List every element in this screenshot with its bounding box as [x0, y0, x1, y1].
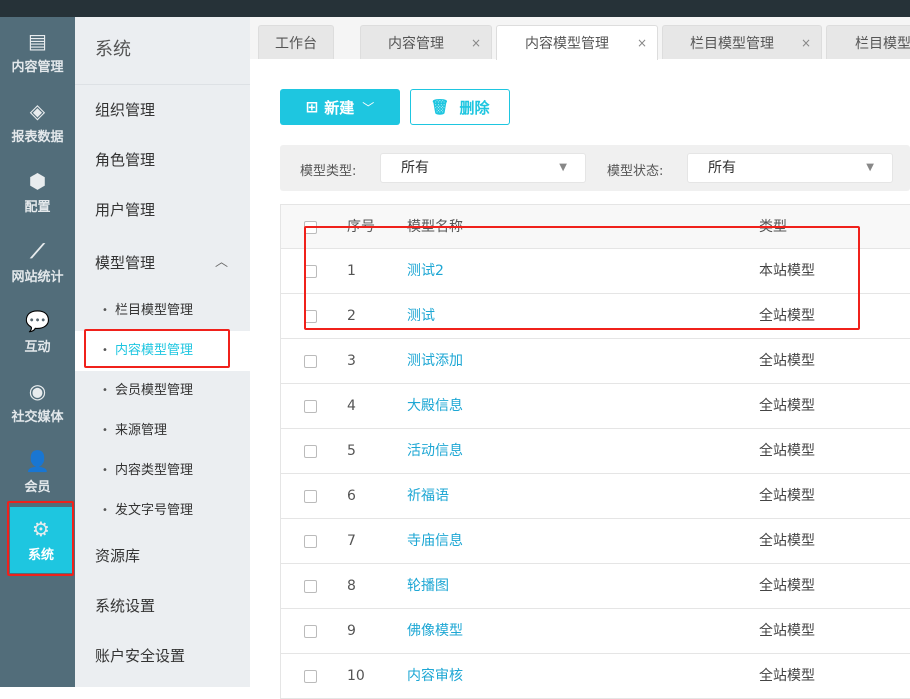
model-name-link[interactable]: 大殿信息 [407, 384, 463, 428]
main-nav: ▤ 内容管理 ◈ 报表数据 ⬢ 配置 ⟋ 网站统计 💬 互动 ◉ 社交媒体 👤 会员 ⚙ 系统 [0, 17, 75, 687]
model-name-link[interactable]: 内容审核 [407, 654, 463, 698]
sidebar-group-model[interactable]: 模型管理 ︿ [75, 235, 250, 291]
sidebar-sub-content-type[interactable]: 内容类型管理 [75, 451, 250, 491]
chevron-down-icon: ﹀ [362, 100, 375, 115]
model-name-link[interactable]: 祈福语 [407, 474, 449, 518]
table-row: 6 祈福语 全站模型 [281, 474, 910, 519]
row-checkbox[interactable] [304, 355, 317, 368]
sidebar-item-user[interactable]: 用户管理 [75, 185, 250, 235]
nav-item-system[interactable]: ⚙ 系统 [10, 507, 72, 573]
sidebar-item-role[interactable]: 角色管理 [75, 135, 250, 185]
delete-button[interactable]: 🗑 删除 [410, 89, 510, 125]
line-chart-icon: ⟋ [30, 238, 45, 263]
model-table: 序号 模型名称 类型 1 测试2 本站模型 2 测试 全站模型 3 测试添加 全站模型 4 大殿信息… [280, 204, 910, 699]
model-name-link[interactable]: 测试添加 [407, 339, 463, 383]
cube-icon: ⬢ [28, 168, 47, 193]
chevron-up-icon: ︿ [214, 255, 228, 270]
model-type-select[interactable]: 所有 ▼ [380, 153, 586, 183]
sidebar-title: 系统 [75, 17, 250, 85]
table-row: 9 佛像模型 全站模型 [281, 609, 910, 654]
layers-icon: ◈ [29, 98, 46, 123]
sidebar-sub-source[interactable]: 来源管理 [75, 411, 250, 451]
nav-item-config[interactable]: ⬢ 配置 [0, 157, 75, 227]
sidebar-sub-column-model[interactable]: 栏目模型管理 [75, 291, 250, 331]
sidebar-item-org[interactable]: 组织管理 [75, 85, 250, 135]
sidebar-sub-doc-number[interactable]: 发文字号管理 [75, 491, 250, 531]
nav-item-interact[interactable]: 💬 互动 [0, 297, 75, 367]
model-name-link[interactable]: 测试 [407, 294, 435, 338]
model-name-link[interactable]: 测试2 [407, 249, 444, 293]
sidebar-item-security[interactable]: 账户安全设置 [75, 631, 250, 681]
nav-item-stats[interactable]: ⟋ 网站统计 [0, 227, 75, 297]
target-icon: ◉ [28, 378, 47, 403]
gear-icon: ⚙ [32, 516, 50, 541]
model-status-select[interactable]: 所有 ▼ [687, 153, 893, 183]
row-checkbox[interactable] [304, 445, 317, 458]
table-row: 5 活动信息 全站模型 [281, 429, 910, 474]
model-status-label: 模型状态: [607, 164, 664, 179]
nav-item-reports[interactable]: ◈ 报表数据 [0, 87, 75, 157]
table-row: 2 测试 全站模型 [281, 294, 910, 339]
table-row: 3 测试添加 全站模型 [281, 339, 910, 384]
table-row: 4 大殿信息 全站模型 [281, 384, 910, 429]
caret-down-icon: ▼ [866, 162, 874, 173]
row-checkbox[interactable] [304, 400, 317, 413]
table-row: 10 内容审核 全站模型 [281, 654, 910, 699]
table-row: 1 测试2 本站模型 [281, 249, 910, 294]
sidebar: 系统 组织管理 角色管理 用户管理 模型管理︿ 栏目模型管理 内容模型管理 会员… [75, 17, 250, 687]
row-checkbox[interactable] [304, 535, 317, 548]
close-icon[interactable]: × [637, 36, 657, 50]
sidebar-sub-content-model[interactable]: 内容模型管理 [75, 331, 250, 371]
tab-bar: 工作台 内容管理 × 内容模型管理 × 栏目模型管理 × 栏目模型 [250, 17, 910, 60]
row-checkbox[interactable] [304, 625, 317, 638]
sidebar-item-settings[interactable]: 系统设置 [75, 581, 250, 631]
chat-icon: 💬 [25, 308, 50, 333]
tab-content[interactable]: 内容管理 × [360, 25, 492, 59]
trash-icon: 🗑 [430, 98, 450, 116]
row-checkbox[interactable] [304, 580, 317, 593]
document-icon: ▤ [28, 28, 47, 53]
table-row: 8 轮播图 全站模型 [281, 564, 910, 609]
sidebar-item-resources[interactable]: 资源库 [75, 531, 250, 581]
tab-column-model-2[interactable]: 栏目模型 [826, 25, 910, 59]
close-icon[interactable]: × [471, 36, 491, 50]
tab-content-model[interactable]: 内容模型管理 × [496, 25, 658, 60]
nav-item-social[interactable]: ◉ 社交媒体 [0, 367, 75, 437]
sidebar-sub-member-model[interactable]: 会员模型管理 [75, 371, 250, 411]
new-button[interactable]: ⊞ 新建 ﹀ [280, 89, 400, 125]
close-icon[interactable]: × [801, 36, 821, 50]
row-checkbox[interactable] [304, 670, 317, 683]
select-all-checkbox[interactable] [304, 221, 317, 234]
nav-item-content[interactable]: ▤ 内容管理 [0, 17, 75, 87]
caret-down-icon: ▼ [559, 162, 567, 173]
table-header: 序号 模型名称 类型 [281, 205, 910, 249]
tab-workbench[interactable]: 工作台 [258, 25, 334, 59]
model-name-link[interactable]: 佛像模型 [407, 609, 463, 653]
table-row: 7 寺庙信息 全站模型 [281, 519, 910, 564]
filter-bar: 模型类型: 所有 ▼ 模型状态: 所有 ▼ [280, 145, 910, 191]
add-file-icon: ⊞ [305, 98, 319, 116]
user-icon: 👤 [25, 448, 50, 473]
model-type-label: 模型类型: [300, 164, 357, 179]
nav-item-member[interactable]: 👤 会员 [0, 437, 75, 507]
row-checkbox[interactable] [304, 490, 317, 503]
model-name-link[interactable]: 轮播图 [407, 564, 449, 608]
top-bar [0, 0, 910, 17]
row-checkbox[interactable] [304, 310, 317, 323]
model-name-link[interactable]: 寺庙信息 [407, 519, 463, 563]
tab-column-model[interactable]: 栏目模型管理 × [662, 25, 822, 59]
row-checkbox[interactable] [304, 265, 317, 278]
model-name-link[interactable]: 活动信息 [407, 429, 463, 473]
